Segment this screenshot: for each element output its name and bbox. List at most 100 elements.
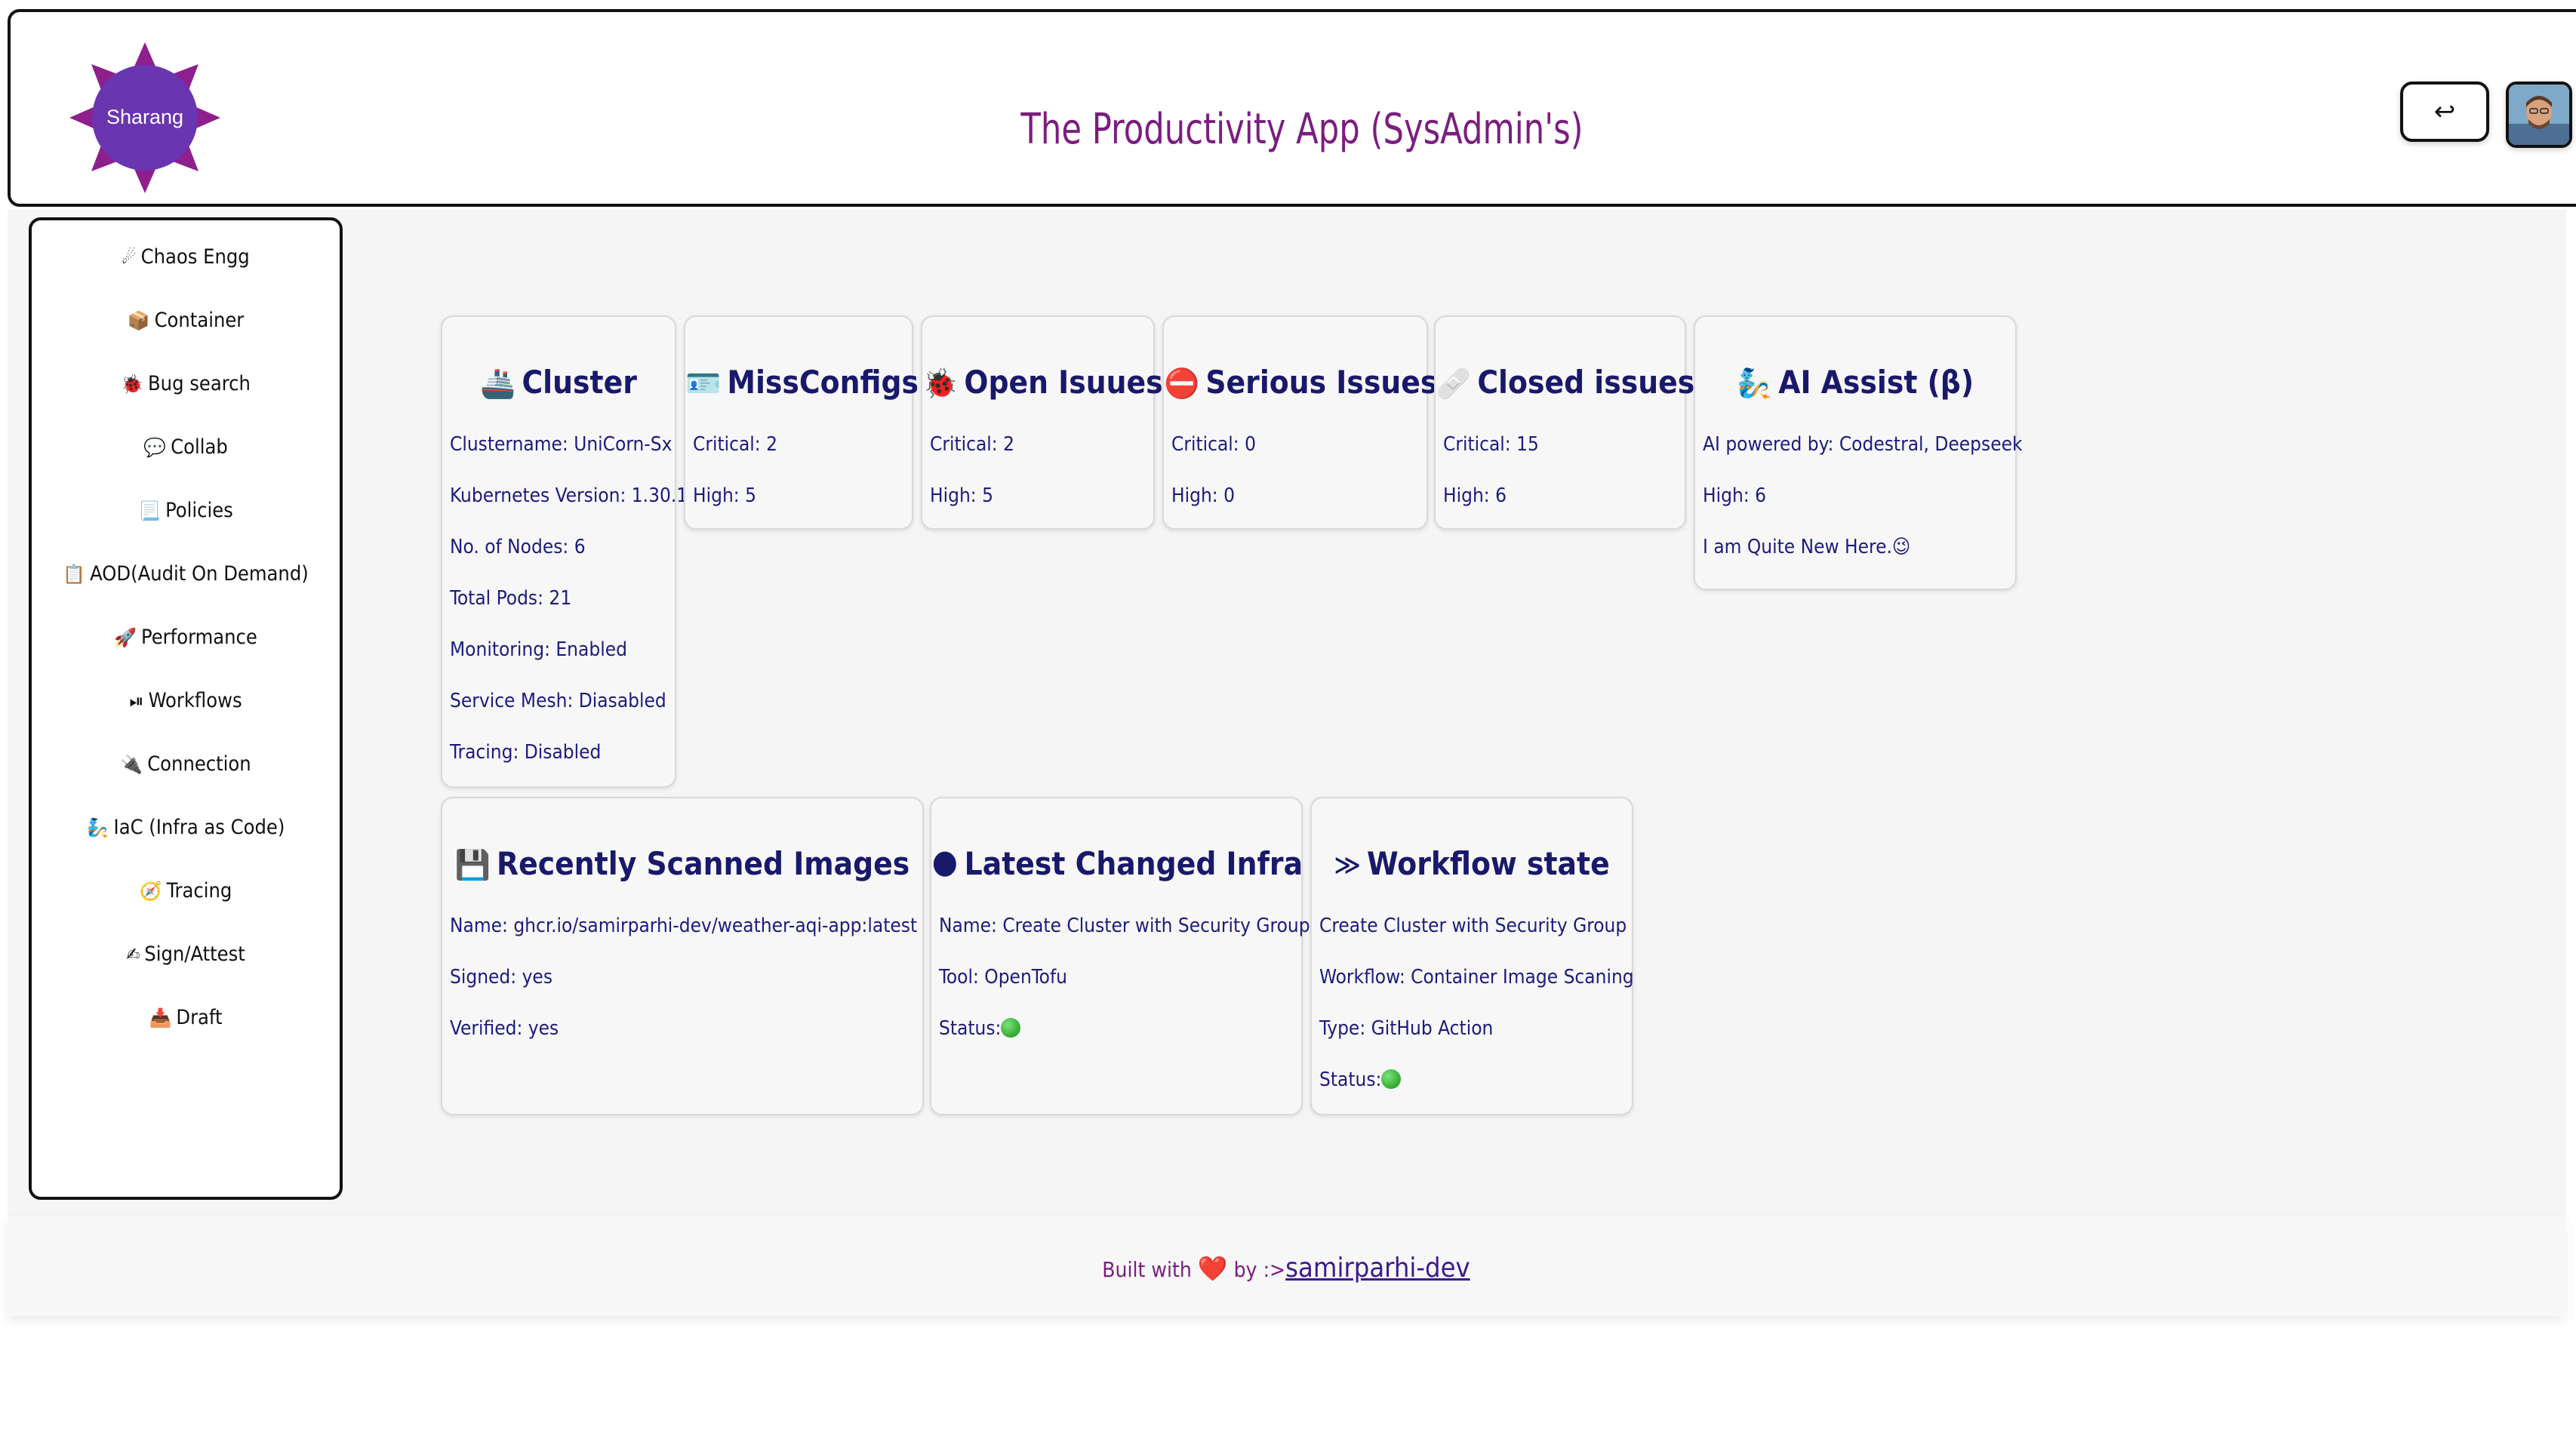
open-issues-card: 🐞 Open Isuues Critical: 2 High: 5 bbox=[921, 315, 1163, 530]
card-line: Critical: 2 bbox=[930, 433, 1014, 456]
card-line: Type: GitHub Action bbox=[1319, 1017, 1494, 1040]
card-line: Monitoring: Enabled bbox=[450, 638, 627, 661]
sidebar-item-label: Draft bbox=[176, 1006, 223, 1029]
inbox-tray-icon: 📥 bbox=[149, 1007, 172, 1029]
card-line: Name: ghcr.io/samirparhi-dev/weather-aqi… bbox=[450, 915, 918, 937]
sidebar-item-sign-attest[interactable]: ✍ Sign/Attest bbox=[32, 942, 340, 967]
card-line: Tracing: Disabled bbox=[450, 741, 602, 764]
sidebar-item-draft[interactable]: 📥 Draft bbox=[32, 1005, 340, 1031]
sidebar-item-connection[interactable]: 🔌 Connection bbox=[32, 752, 340, 777]
genie-icon: 🧞 bbox=[1736, 367, 1773, 400]
sidebar-item-workflows[interactable]: ⏯ Workflows bbox=[32, 688, 340, 714]
writing-hand-icon: ✍ bbox=[126, 944, 140, 965]
sidebar-item-tracing[interactable]: 🧭 Tracing bbox=[32, 878, 340, 904]
ladybug-icon: 🐞 bbox=[922, 367, 959, 400]
card-title: 🐞 Open Isuues bbox=[922, 364, 1163, 401]
sidebar-item-label: Sign/Attest bbox=[144, 942, 245, 966]
bandage-icon: 🩹 bbox=[1436, 367, 1472, 400]
serious-issues-card: ⛔ Serious Issues Critical: 0 High: 0 bbox=[1162, 315, 1438, 530]
sidebar-item-aod[interactable]: 📋 AOD(Audit On Demand) bbox=[32, 561, 340, 587]
card-line: Signed: yes bbox=[450, 966, 553, 989]
clipboard-icon: 📋 bbox=[63, 564, 86, 585]
sidebar-item-label: Workflows bbox=[148, 689, 242, 712]
heart-icon: ❤️ bbox=[1197, 1254, 1228, 1283]
card-line: High: 6 bbox=[1703, 484, 1766, 507]
closed-issues-card: 🩹 Closed issues Critical: 15 High: 6 bbox=[1434, 315, 1695, 530]
app-header: Sharang The Productivity App (SysAdmin's… bbox=[8, 9, 2576, 207]
sidebar: ☄ Chaos Engg 📦 Container 🐞 Bug search 💬 Coll… bbox=[29, 217, 343, 1200]
card-line: Critical: 0 bbox=[1171, 433, 1256, 456]
card-line: Status: bbox=[1319, 1069, 1402, 1091]
card-line: Clustername: UniCorn-Sx bbox=[450, 433, 672, 456]
card-line: Service Mesh: Diasabled bbox=[450, 690, 666, 712]
card-title: 🚢 Cluster bbox=[480, 364, 637, 401]
return-icon: ↩ bbox=[2433, 97, 2456, 127]
page-icon: 📃 bbox=[138, 500, 162, 521]
card-title: 🌑 Latest Changed Infra bbox=[931, 845, 1303, 882]
card-line: Tool: OpenTofu bbox=[939, 966, 1068, 989]
sidebar-item-iac[interactable]: 🧞 IaC (Infra as Code) bbox=[32, 815, 340, 841]
sidebar-item-chaos-engg[interactable]: ☄ Chaos Engg bbox=[32, 244, 340, 270]
genie-icon: 🧞 bbox=[86, 817, 109, 838]
card-line: Workflow: Container Image Scaning bbox=[1319, 966, 1634, 989]
author-link[interactable]: samirparhi-dev bbox=[1285, 1253, 1470, 1284]
ladybug-icon: 🐞 bbox=[121, 374, 144, 395]
card-title: 🩹 Closed issues bbox=[1436, 364, 1695, 401]
cluster-card: 🚢 Cluster Clustername: UniCorn-Sx Kuberne… bbox=[441, 315, 688, 788]
card-line: I am Quite New Here.😉 bbox=[1703, 536, 1911, 558]
card-title: 🪪 MissConfigs bbox=[685, 364, 919, 401]
play-pause-icon: ⏯ bbox=[129, 690, 144, 712]
sidebar-item-label: Bug search bbox=[148, 372, 251, 395]
logout-button[interactable]: ↩ bbox=[2400, 81, 2489, 142]
logo-text: Sharang bbox=[106, 106, 183, 128]
card-line: Verified: yes bbox=[450, 1017, 559, 1040]
id-card-icon: 🪪 bbox=[685, 367, 722, 400]
sidebar-item-bug-search[interactable]: 🐞 Bug search bbox=[32, 371, 340, 397]
sidebar-item-label: Container bbox=[154, 309, 245, 332]
sidebar-item-label: AOD(Audit On Demand) bbox=[90, 562, 309, 586]
sidebar-item-container[interactable]: 📦 Container bbox=[32, 308, 340, 334]
package-icon: 📦 bbox=[127, 310, 150, 331]
card-line: Status: bbox=[939, 1017, 1021, 1040]
plug-icon: 🔌 bbox=[120, 754, 143, 775]
ship-icon: 🚢 bbox=[480, 367, 516, 400]
new-moon-icon: 🌑 bbox=[931, 848, 959, 881]
card-line: AI powered by: Codestral, Deepseek bbox=[1703, 433, 2023, 456]
green-status-icon bbox=[1381, 1069, 1402, 1089]
sidebar-item-label: Connection bbox=[147, 752, 251, 776]
compass-icon: 🧭 bbox=[139, 881, 162, 902]
missconfigs-card: 🪪 MissConfigs Critical: 2 High: 5 bbox=[684, 315, 919, 530]
card-line: Create Cluster with Security Group bbox=[1319, 915, 1627, 937]
user-avatar-icon bbox=[2509, 85, 2569, 145]
card-line: No. of Nodes: 6 bbox=[450, 536, 586, 558]
card-line: Kubernetes Version: 1.30.1 bbox=[450, 484, 688, 507]
card-title: ⛔ Serious Issues bbox=[1164, 364, 1438, 401]
comet-icon: ☄ bbox=[122, 247, 137, 268]
card-line: Critical: 15 bbox=[1443, 433, 1539, 456]
card-title: ≫ Workflow state bbox=[1334, 845, 1610, 882]
sidebar-item-label: IaC (Infra as Code) bbox=[113, 816, 285, 839]
sidebar-item-label: Collab bbox=[171, 435, 228, 459]
sidebar-item-label: Tracing bbox=[166, 879, 232, 902]
avatar[interactable] bbox=[2506, 81, 2572, 148]
green-status-icon bbox=[1001, 1018, 1021, 1038]
sidebar-item-label: Policies bbox=[165, 499, 233, 522]
footer: Built with ❤️ by :>samirparhi-dev bbox=[8, 1216, 2565, 1316]
double-chevron-icon: ≫ bbox=[1334, 848, 1362, 881]
card-line: High: 5 bbox=[930, 484, 993, 507]
card-line: Critical: 2 bbox=[693, 433, 777, 456]
card-line: Name: Create Cluster with Security Group bbox=[939, 915, 1310, 937]
speech-bubble-icon: 💬 bbox=[143, 437, 167, 458]
page-title: The Productivity App (SysAdmin's) bbox=[1020, 105, 1583, 154]
workflow-state-card: ≫ Workflow state Create Cluster with Secu… bbox=[1310, 797, 1634, 1115]
sidebar-item-performance[interactable]: 🚀 Performance bbox=[32, 625, 340, 650]
card-line: High: 0 bbox=[1171, 484, 1235, 507]
card-line: High: 6 bbox=[1443, 484, 1507, 507]
sidebar-item-policies[interactable]: 📃 Policies bbox=[32, 498, 340, 524]
changed-infra-card: 🌑 Latest Changed Infra Name: Create Clust… bbox=[930, 797, 1310, 1115]
sidebar-item-collab[interactable]: 💬 Collab bbox=[32, 435, 340, 460]
sidebar-item-label: Chaos Engg bbox=[140, 245, 250, 269]
no-entry-icon: ⛔ bbox=[1164, 367, 1200, 400]
footer-credit: Built with ❤️ by :>samirparhi-dev bbox=[1102, 1253, 1470, 1284]
floppy-disk-icon: 💾 bbox=[454, 848, 491, 881]
